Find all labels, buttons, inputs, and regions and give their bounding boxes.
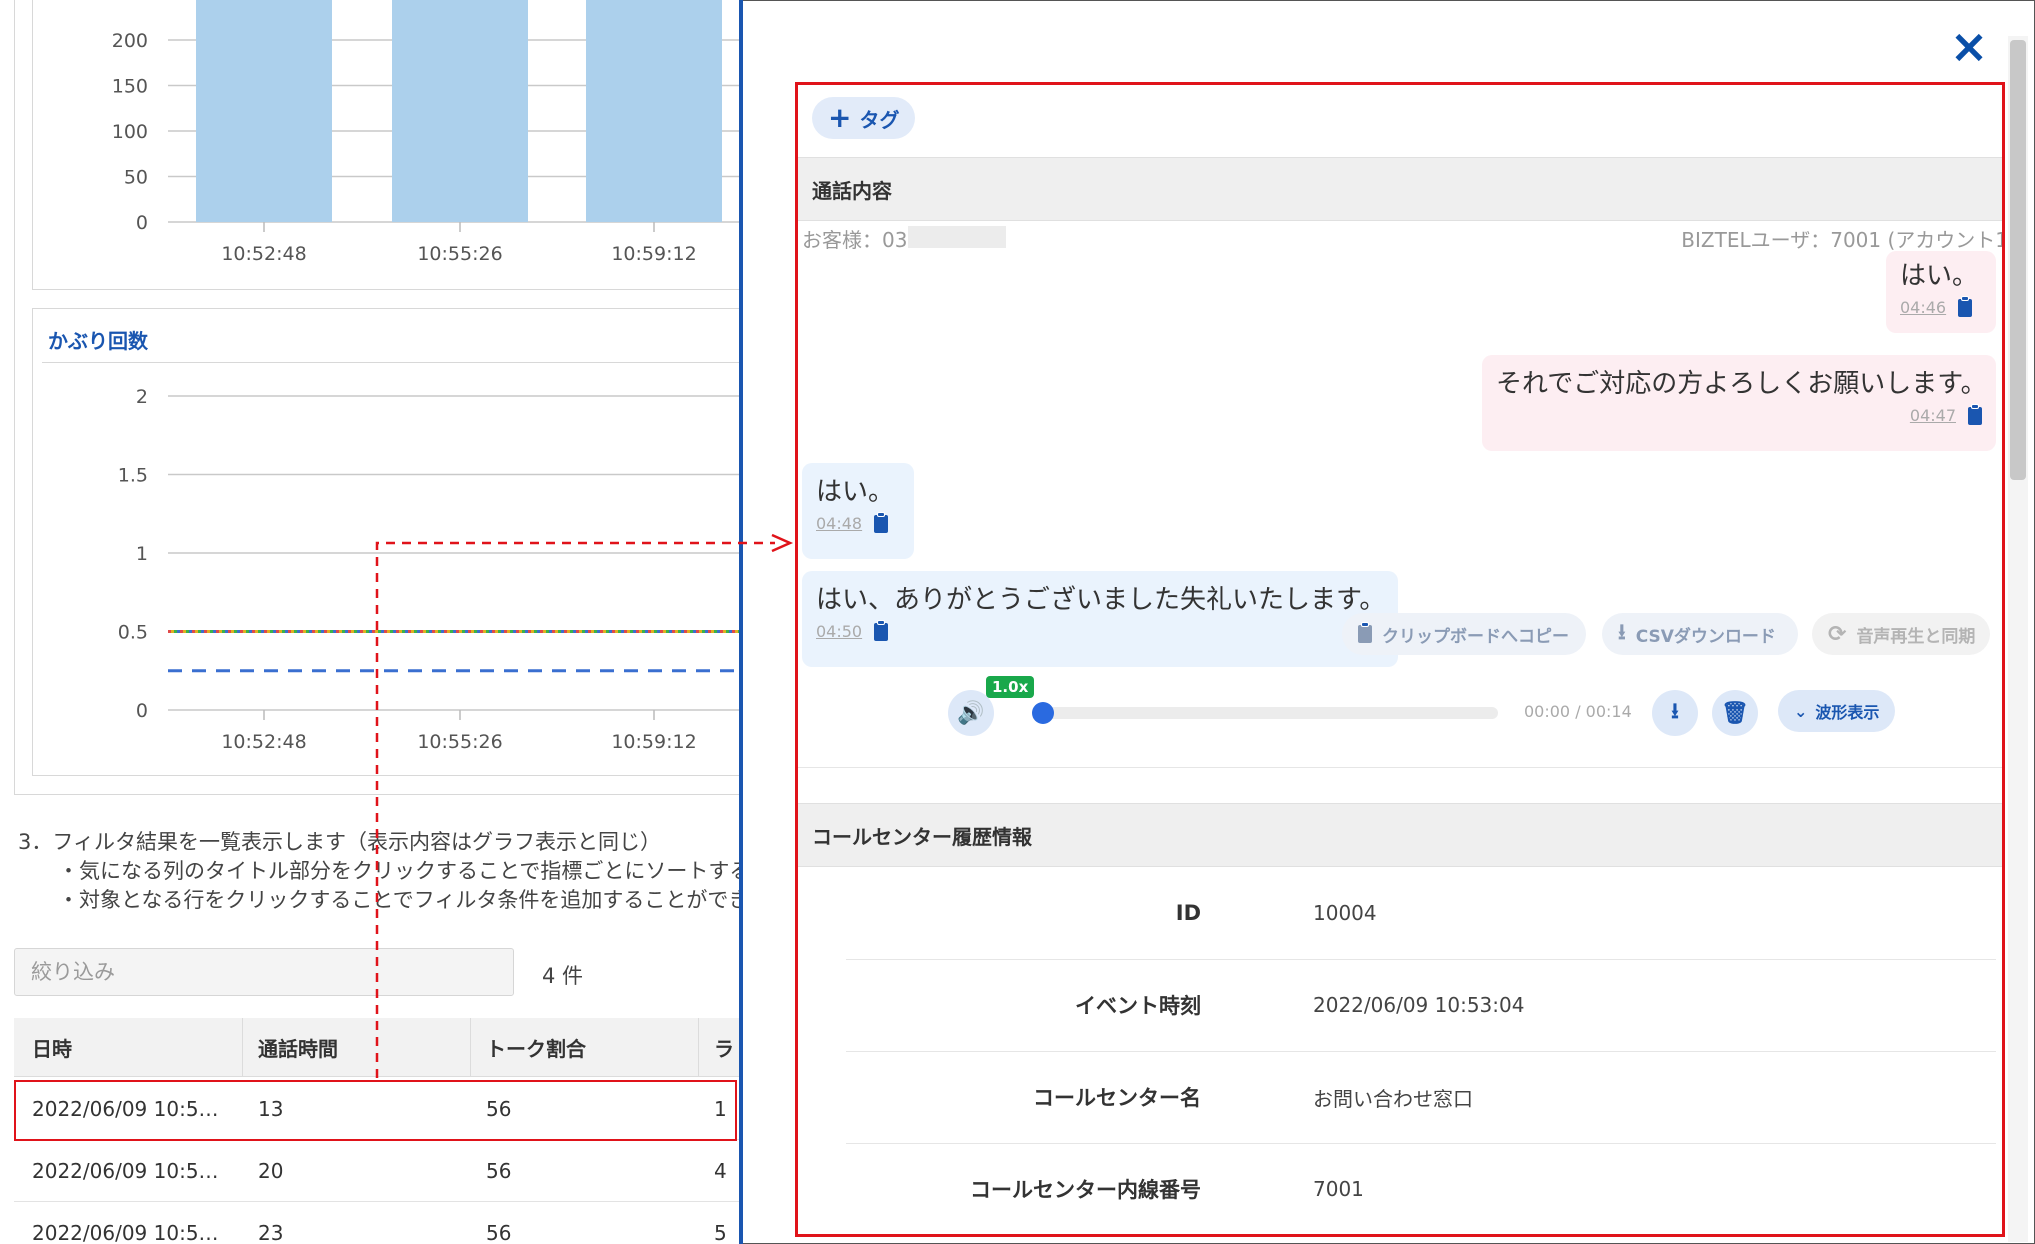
history-row-event-time: イベント時刻 2022/06/09 10:53:04 — [846, 959, 1996, 1052]
message-text: はい。 — [1900, 261, 1979, 291]
history-value: 10004 — [1313, 901, 1377, 925]
cell-call-duration: 20 — [258, 1158, 284, 1183]
download-icon: ⭳ — [1618, 620, 1626, 645]
instructions: 3．フィルタ結果を一覧表示します（表示内容はグラフ表示と同じ） ・気になる列のタ… — [18, 828, 741, 915]
history-label: ID — [1175, 901, 1201, 925]
header-column-4[interactable]: ラ — [714, 1018, 741, 1076]
player-separator — [798, 767, 2002, 768]
call-parties: お客様：03 BIZTELユーザ：7001 (アカウント1 — [798, 220, 2005, 252]
table-row[interactable]: 2022/06/09 10:5… 23 56 5 — [14, 1202, 741, 1244]
history-label: コールセンター内線番号 — [970, 1178, 1201, 1202]
waveform-label: 波形表示 — [1815, 703, 1880, 722]
message-bubble: それでご対応の方よろしくお願いします。 04:47 — [1482, 355, 1996, 451]
message-time[interactable]: 04:48 — [816, 514, 862, 533]
history-row-call-center-name: コールセンター名 お問い合わせ窓口 — [846, 1051, 1996, 1144]
header-talk-ratio[interactable]: トーク割合 — [486, 1018, 686, 1076]
waveform-toggle-button[interactable]: ⌄ 波形表示 — [1778, 690, 1896, 732]
masked-phone-number — [908, 226, 1006, 248]
customer-label: お客様：03 — [802, 228, 908, 252]
clipboard-icon[interactable] — [874, 511, 889, 533]
message-time[interactable]: 04:50 — [816, 622, 862, 641]
csv-download-label: CSVダウンロード — [1635, 626, 1776, 647]
message-time[interactable]: 04:46 — [1900, 298, 1946, 317]
sync-playback-label: 音声再生と同期 — [1856, 626, 1976, 647]
selected-row-highlight — [14, 1080, 737, 1141]
history-value: 7001 — [1313, 1177, 1364, 1201]
copy-to-clipboard-button[interactable]: クリップボードへコピー — [1342, 613, 1586, 655]
column-separator — [470, 1018, 471, 1076]
filter-input[interactable] — [14, 948, 514, 996]
history-value: 2022/06/09 10:53:04 — [1313, 993, 1525, 1017]
history-label: コールセンター名 — [1033, 1086, 1201, 1110]
csv-download-button[interactable]: ⭳ CSVダウンロード — [1602, 613, 1798, 655]
playback-speed-badge[interactable]: 1.0x — [986, 676, 1035, 698]
message-bubble: はい。 04:48 — [802, 463, 914, 559]
clipboard-icon[interactable] — [1958, 295, 1973, 317]
call-content-title: 通話内容 — [812, 178, 892, 203]
cell-column-4: 5 — [714, 1220, 727, 1244]
audio-progress-knob[interactable] — [1032, 702, 1054, 724]
add-tag-button[interactable]: + タグ — [812, 97, 916, 139]
message-bubble: はい、ありがとうございました失礼いたします。 04:50 — [802, 571, 1398, 667]
message-text: はい、ありがとうございました失礼いたします。 — [816, 585, 1386, 615]
clipboard-icon — [1358, 622, 1372, 643]
outer-panel-border — [14, 0, 741, 795]
table-row[interactable]: 2022/06/09 10:5… 20 56 4 — [14, 1140, 741, 1202]
add-tag-label: タグ — [859, 107, 900, 132]
message-bubble: はい。 04:46 — [1886, 251, 1996, 333]
call-detail-modal: + タグ 通話内容 お客様：03 BIZTELユーザ：7001 (アカウント1 … — [795, 82, 2005, 1237]
call-center-history-header: コールセンター履歴情報 — [798, 803, 2002, 867]
cell-datetime: 2022/06/09 10:5… — [32, 1158, 219, 1183]
result-count: 4 件 — [542, 964, 584, 988]
close-icon[interactable]: × — [1947, 19, 1991, 73]
message-time[interactable]: 04:47 — [1910, 406, 1956, 425]
cell-talk-ratio: 56 — [486, 1158, 512, 1183]
audio-player: 🔊 1.0x 00:00 / 00:14 ⭳ 🗑 ⌄ 波形表示 — [798, 670, 2002, 754]
left-report-panel: 200 150 100 50 0 10:52:48 10:55:26 10:59:12 かぶり… — [0, 0, 741, 1244]
cell-datetime: 2022/06/09 10:5… — [32, 1220, 219, 1244]
call-content-header: 通話内容 — [798, 157, 2002, 221]
agent-label: BIZTELユーザ：7001 (アカウント1 — [1681, 228, 2005, 252]
audio-progress-track[interactable] — [1038, 707, 1498, 719]
cell-call-duration: 23 — [258, 1220, 284, 1244]
message-text: それでご対応の方よろしくお願いします。 — [1496, 369, 1987, 399]
delete-icon[interactable]: 🗑 — [1712, 690, 1758, 736]
instruction-line-2: ・気になる列のタイトル部分をクリックすることで指標ごとにソートするこ — [58, 859, 741, 883]
download-audio-icon[interactable]: ⭳ — [1652, 690, 1698, 736]
clipboard-icon[interactable] — [874, 619, 889, 641]
history-row-extension: コールセンター内線番号 7001 — [846, 1143, 1996, 1234]
history-row-id: ID 10004 — [846, 867, 1996, 960]
header-call-duration[interactable]: 通話時間 — [258, 1018, 458, 1076]
header-datetime[interactable]: 日時 — [32, 1018, 242, 1076]
instruction-line-1: 3．フィルタ結果を一覧表示します（表示内容はグラフ表示と同じ） — [18, 830, 661, 854]
panel-divider — [739, 0, 743, 1244]
column-separator — [242, 1018, 243, 1076]
call-center-history-title: コールセンター履歴情報 — [812, 824, 1032, 849]
history-label: イベント時刻 — [1075, 994, 1201, 1018]
plus-icon: + — [828, 101, 852, 134]
message-text: はい。 — [816, 477, 895, 507]
history-value: お問い合わせ窓口 — [1313, 1086, 1473, 1111]
column-separator — [698, 1018, 699, 1076]
scrollbar-thumb[interactable] — [2010, 40, 2026, 480]
clipboard-icon[interactable] — [1968, 403, 1982, 425]
playback-time: 00:00 / 00:14 — [1524, 702, 1632, 721]
table-header-row: 日時 通話時間 トーク割合 ラ — [14, 1018, 741, 1077]
copy-to-clipboard-label: クリップボードへコピー — [1382, 626, 1569, 647]
cell-column-4: 4 — [714, 1158, 727, 1183]
sync-icon: ⟳ — [1828, 621, 1847, 647]
instruction-line-3: ・対象となる行をクリックすることでフィルタ条件を追加することができま — [58, 888, 741, 912]
chevron-down-icon: ⌄ — [1794, 701, 1808, 721]
cell-talk-ratio: 56 — [486, 1220, 512, 1244]
sync-playback-button[interactable]: ⟳ 音声再生と同期 — [1812, 613, 1990, 655]
